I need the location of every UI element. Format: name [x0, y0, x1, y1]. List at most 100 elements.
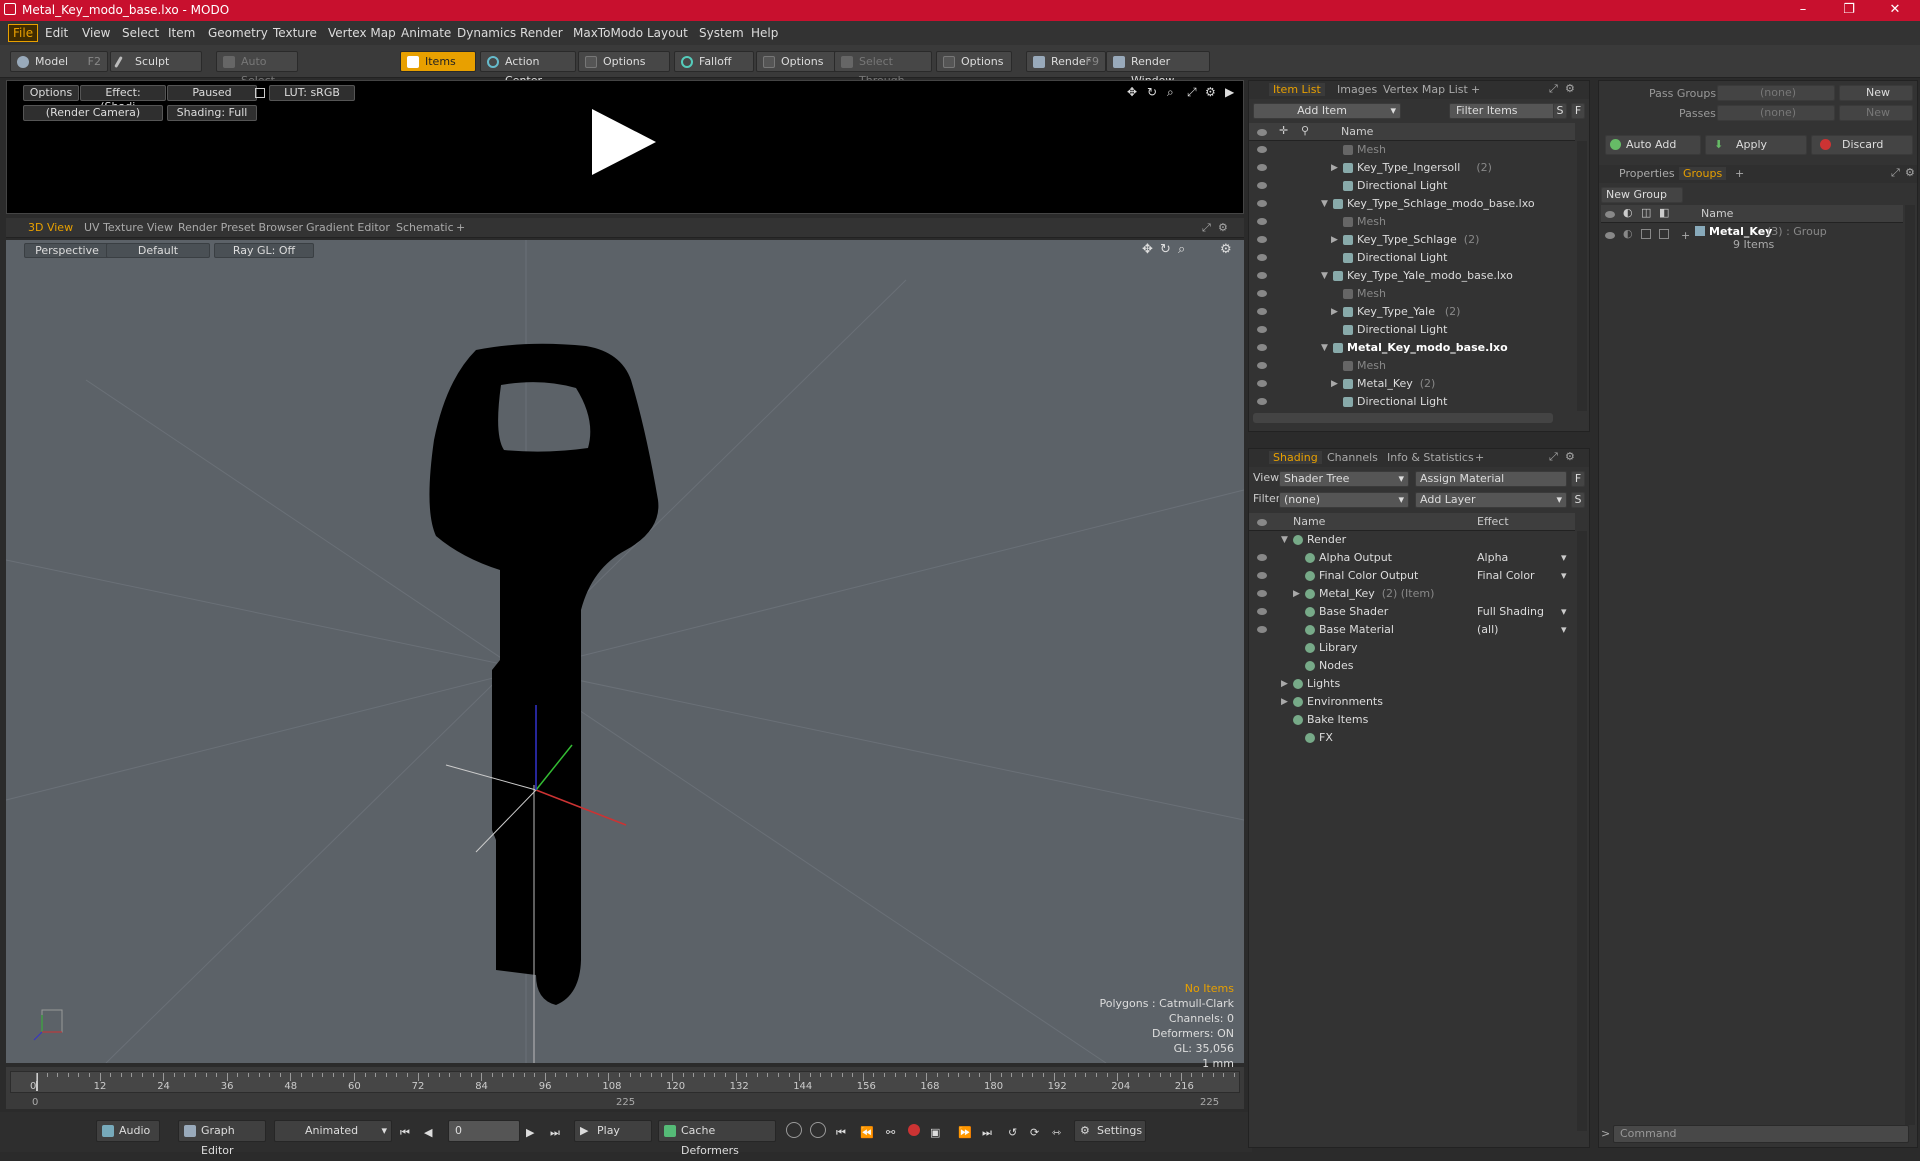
menu-help[interactable]: Help	[751, 26, 778, 40]
zoom-icon[interactable]: ⌕	[1167, 85, 1174, 100]
animated-dropdown[interactable]: Animated ▾	[274, 1120, 392, 1142]
play-icon[interactable]	[592, 109, 656, 175]
item-list-row[interactable]: Directional Light	[1249, 393, 1575, 411]
expand-right-icon[interactable]: ▶	[1281, 675, 1288, 693]
shader-tree-row[interactable]: Library	[1249, 639, 1575, 657]
visibility-eye-icon[interactable]	[1257, 375, 1267, 393]
shader-tree-row[interactable]: ▼ Render	[1249, 531, 1575, 549]
sculpt-button[interactable]: Sculpt	[110, 51, 202, 72]
maximize-icon[interactable]: ⤢	[1549, 82, 1558, 96]
visibility-eye-icon[interactable]	[1257, 567, 1267, 585]
select-through-options-button[interactable]: Options	[936, 51, 1012, 72]
visibility-eye-icon[interactable]	[1257, 393, 1267, 411]
auto-select-button[interactable]: Auto Select	[216, 51, 298, 87]
record-icon[interactable]	[908, 1124, 920, 1136]
item-list-row[interactable]: Mesh	[1249, 357, 1575, 375]
menu-dynamics[interactable]: Dynamics	[457, 26, 516, 40]
lock-icon[interactable]	[255, 88, 265, 98]
tab-groups[interactable]: Groups	[1679, 167, 1727, 180]
skip-start-icon[interactable]: ⏮	[400, 1126, 410, 1140]
tab-item-list[interactable]: Item List	[1269, 83, 1325, 96]
expand-plus-icon[interactable]: +	[1681, 229, 1690, 242]
pass-groups-dropdown[interactable]: (none)	[1717, 85, 1835, 101]
select-toggle-icon[interactable]	[1659, 229, 1669, 239]
key-filter-icon[interactable]: ▣	[930, 1126, 940, 1139]
tab-3d-view[interactable]: 3D View	[28, 221, 73, 234]
graph-editor-button[interactable]: Graph Editor	[178, 1120, 266, 1157]
shader-tree-row[interactable]: Final Color Output Final Color ▾	[1249, 567, 1575, 585]
visibility-eye-icon[interactable]	[1257, 585, 1267, 603]
add-item-dropdown[interactable]: Add Item ▾	[1253, 103, 1401, 119]
tab-gradient-editor[interactable]: Gradient Editor	[306, 221, 390, 234]
visibility-eye-icon[interactable]	[1257, 339, 1267, 357]
expand-arrow-icon[interactable]: ▶	[1225, 85, 1234, 99]
tab-uv-texture-view[interactable]: UV Texture View	[84, 221, 173, 234]
menu-vertex-map[interactable]: Vertex Map	[328, 26, 396, 40]
loop-icon[interactable]: ↺	[1008, 1126, 1017, 1139]
move-icon[interactable]: ✥	[1127, 85, 1137, 99]
shader-tree-row[interactable]: Base Shader Full Shading ▾	[1249, 603, 1575, 621]
model-button[interactable]: Model F2	[10, 51, 108, 72]
items-button[interactable]: Items	[400, 51, 476, 72]
view-dropdown[interactable]: Shader Tree ▾	[1279, 471, 1409, 487]
visibility-eye-icon[interactable]	[1257, 195, 1267, 213]
shader-tree-scrollbar[interactable]	[1577, 531, 1587, 1131]
shading-dropdown[interactable]: Shading: Full	[167, 105, 257, 121]
step-forward-icon[interactable]: ▶	[526, 1126, 534, 1139]
shader-tree-row[interactable]: Nodes	[1249, 657, 1575, 675]
tab-info-statistics[interactable]: Info & Statistics	[1387, 451, 1474, 464]
filter-items-field[interactable]: Filter Items	[1449, 103, 1559, 119]
add-tab-icon[interactable]: +	[1735, 167, 1744, 180]
expand-right-icon[interactable]: ▶	[1281, 693, 1288, 711]
item-list-scrollbar[interactable]	[1577, 141, 1587, 411]
expand-right-icon[interactable]: ▶	[1293, 585, 1300, 603]
new-pass-group-button[interactable]: New	[1839, 85, 1913, 101]
shader-tree-row[interactable]: ▶ Lights	[1249, 675, 1575, 693]
chevron-down-icon[interactable]: ▾	[1561, 603, 1567, 621]
3d-viewport[interactable]: Perspective Default Ray GL: Off ✥ ↻ ⌕ ⚙ …	[6, 240, 1244, 1070]
effect-value[interactable]: (all)	[1477, 621, 1498, 639]
add-tab-icon[interactable]: +	[1475, 451, 1484, 464]
auto-key-icon[interactable]	[810, 1122, 826, 1138]
maximize-icon[interactable]: ⤢	[1549, 450, 1558, 464]
menu-maxtomodo[interactable]: MaxToModo	[573, 26, 643, 40]
visibility-eye-icon[interactable]	[1257, 549, 1267, 567]
next-frame-icon[interactable]: ⏩	[958, 1126, 972, 1139]
tab-properties[interactable]: Properties	[1619, 167, 1675, 180]
item-list-row[interactable]: Mesh	[1249, 141, 1575, 159]
expand-right-icon[interactable]: ▶	[1331, 303, 1338, 321]
effect-value[interactable]: Alpha	[1477, 549, 1508, 567]
cache-deformers-button[interactable]: Cache Deformers	[658, 1120, 776, 1157]
discard-button[interactable]: Discard	[1811, 135, 1913, 155]
passes-dropdown[interactable]: (none)	[1717, 105, 1835, 121]
prev-frame-icon[interactable]: ⏪	[860, 1126, 874, 1139]
expand-down-icon[interactable]: ▼	[1321, 339, 1328, 357]
skip-end-icon[interactable]: ⏭	[550, 1126, 560, 1140]
audio-button[interactable]: Audio	[96, 1120, 160, 1142]
effect-value[interactable]: Final Color	[1477, 567, 1535, 585]
menu-file[interactable]: File	[8, 24, 39, 42]
expand-right-icon[interactable]: ▶	[1331, 375, 1338, 393]
item-list-row[interactable]: ▼ Key_Type_Schlage_modo_base.lxo	[1249, 195, 1575, 213]
camera-dropdown[interactable]: (Render Camera)	[23, 105, 163, 121]
restore-icon[interactable]: ❐	[1834, 2, 1864, 17]
maximize-icon[interactable]: ⤢	[1202, 221, 1211, 235]
chevron-down-icon[interactable]: ▾	[1561, 567, 1567, 585]
link-icon[interactable]: ⚯	[886, 1126, 895, 1139]
menu-item[interactable]: Item	[168, 26, 195, 40]
lock-toggle-icon[interactable]	[1641, 229, 1651, 239]
timeline[interactable]: 0 12 24 36 48 60 72 84 96 108 120 132 144 156 168 180 19…	[6, 1067, 1244, 1109]
minimize-icon[interactable]: –	[1788, 2, 1818, 17]
menu-view[interactable]: View	[82, 26, 110, 40]
menu-render[interactable]: Render	[520, 26, 563, 40]
rotate-icon[interactable]: ↻	[1147, 85, 1157, 99]
range-icon[interactable]: ⇿	[1052, 1126, 1061, 1139]
expand-down-icon[interactable]: ▼	[1321, 267, 1328, 285]
visibility-eye-icon[interactable]	[1257, 267, 1267, 285]
action-center-options-button[interactable]: Options	[578, 51, 670, 72]
item-list-row[interactable]: ▼ Metal_Key_modo_base.lxo	[1249, 339, 1575, 357]
add-tab-icon[interactable]: +	[456, 221, 465, 234]
add-layer-dropdown[interactable]: Add Layer ▾	[1415, 492, 1567, 508]
group-row[interactable]: ◐ + Metal_Key (3) : Group 9 Items	[1601, 225, 1903, 251]
render-toggle-icon[interactable]: ◐	[1623, 227, 1633, 240]
